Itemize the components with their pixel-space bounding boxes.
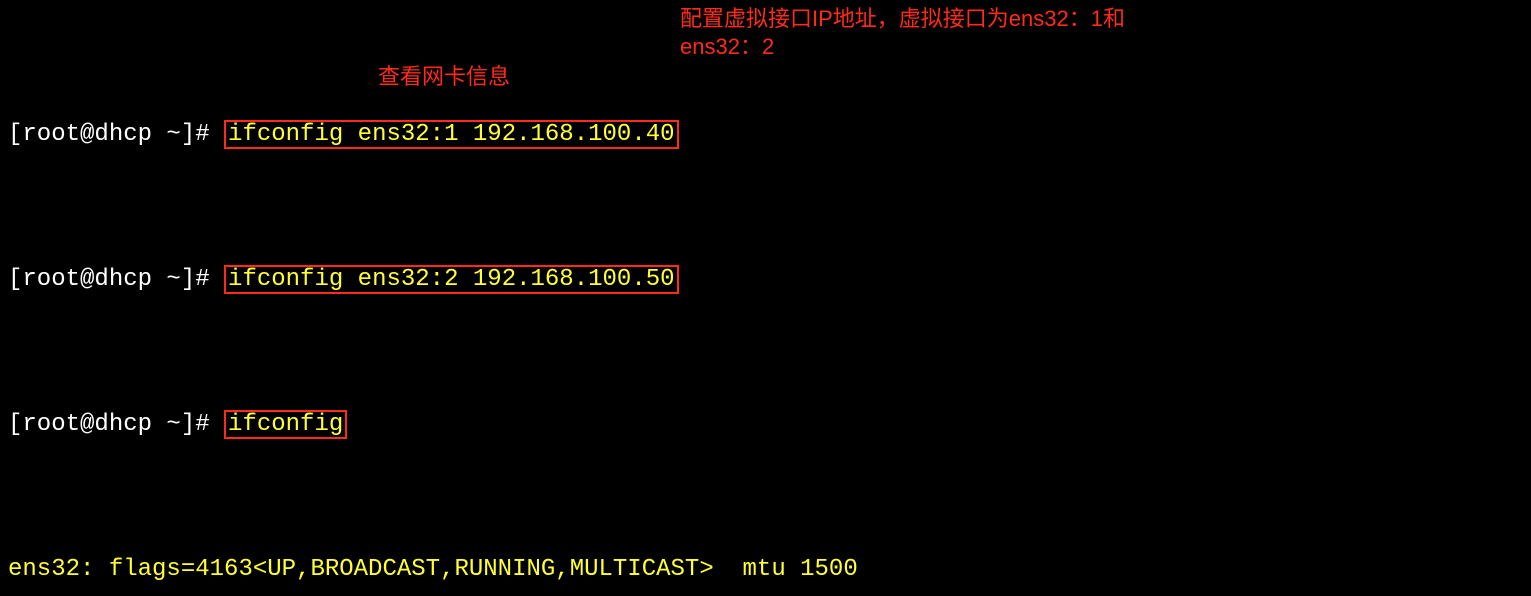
cmd-line-1: [root@dhcp ~]# ifconfig ens32:1 192.168.…: [8, 120, 1523, 149]
annotation-view-nic: 查看网卡信息: [378, 64, 510, 90]
cmd-line-3: [root@dhcp ~]# ifconfig: [8, 410, 1523, 439]
ens32-head: ens32: flags=4163<UP,BROADCAST,RUNNING,M…: [8, 555, 1523, 584]
cmd-ifconfig: ifconfig: [224, 410, 347, 439]
shell-prompt: [root@dhcp ~]#: [8, 411, 224, 438]
annotation-config-line2: ens32：2: [680, 34, 774, 60]
cmd-ifconfig-set-1: ifconfig ens32:1 192.168.100.40: [224, 120, 678, 149]
shell-prompt: [root@dhcp ~]#: [8, 121, 224, 148]
cmd-line-2: [root@dhcp ~]# ifconfig ens32:2 192.168.…: [8, 265, 1523, 294]
cmd-ifconfig-set-2: ifconfig ens32:2 192.168.100.50: [224, 265, 678, 294]
shell-prompt: [root@dhcp ~]#: [8, 266, 224, 293]
terminal-output: [root@dhcp ~]# ifconfig ens32:1 192.168.…: [0, 0, 1531, 596]
annotation-config-line1: 配置虚拟接口IP地址，虚拟接口为ens32：1和: [680, 6, 1125, 32]
